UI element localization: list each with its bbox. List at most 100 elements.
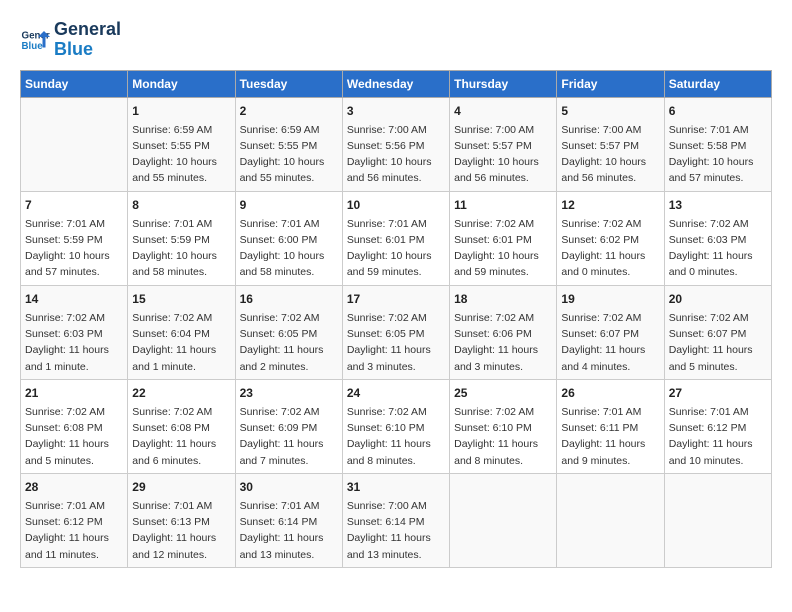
header-tuesday: Tuesday (235, 70, 342, 97)
header-friday: Friday (557, 70, 664, 97)
day-number: 27 (669, 384, 767, 402)
calendar-table: SundayMondayTuesdayWednesdayThursdayFrid… (20, 70, 772, 568)
week-row-2: 7 Sunrise: 7:01 AM Sunset: 5:59 PM Daylig… (21, 191, 772, 285)
day-number: 30 (240, 478, 338, 496)
day-info: Sunrise: 7:02 AM Sunset: 6:07 PM Dayligh… (561, 310, 659, 375)
day-cell: 8Sunrise: 7:01 AM Sunset: 5:59 PM Daylig… (128, 191, 235, 285)
day-info: Sunrise: 7:02 AM Sunset: 6:02 PM Dayligh… (561, 216, 659, 281)
day-cell: 26 Sunrise: 7:01 AM Sunset: 6:11 PM Dayli… (557, 379, 664, 473)
day-info: Sunrise: 7:01 AM Sunset: 6:13 PM Dayligh… (132, 498, 230, 563)
day-cell: 12 Sunrise: 7:02 AM Sunset: 6:02 PM Dayli… (557, 191, 664, 285)
day-cell (21, 97, 128, 191)
day-cell: 23 Sunrise: 7:02 AM Sunset: 6:09 PM Dayli… (235, 379, 342, 473)
day-cell: 3 Sunrise: 7:00 AM Sunset: 5:56 PM Daylig… (342, 97, 449, 191)
day-number: 19 (561, 290, 659, 308)
day-cell: 29 Sunrise: 7:01 AM Sunset: 6:13 PM Dayli… (128, 473, 235, 567)
day-info: Sunrise: 7:02 AM Sunset: 6:08 PM Dayligh… (132, 404, 230, 469)
day-info: Sunrise: 7:02 AM Sunset: 6:08 PM Dayligh… (25, 404, 123, 469)
day-number: 10 (347, 196, 445, 214)
day-number: 29 (132, 478, 230, 496)
day-cell: 6Sunrise: 7:01 AM Sunset: 5:58 PM Daylig… (664, 97, 771, 191)
day-info: Sunrise: 7:00 AM Sunset: 5:57 PM Dayligh… (561, 122, 659, 187)
day-cell: 15 Sunrise: 7:02 AM Sunset: 6:04 PM Dayli… (128, 285, 235, 379)
day-number: 5 (561, 102, 659, 120)
header-wednesday: Wednesday (342, 70, 449, 97)
day-info: Sunrise: 7:02 AM Sunset: 6:07 PM Dayligh… (669, 310, 767, 375)
day-cell: 31 Sunrise: 7:00 AM Sunset: 6:14 PM Dayli… (342, 473, 449, 567)
day-cell: 2Sunrise: 6:59 AM Sunset: 5:55 PM Daylig… (235, 97, 342, 191)
day-info: Sunrise: 7:02 AM Sunset: 6:04 PM Dayligh… (132, 310, 230, 375)
day-number: 1 (132, 102, 230, 120)
day-cell: 13 Sunrise: 7:02 AM Sunset: 6:03 PM Dayli… (664, 191, 771, 285)
day-number: 9 (240, 196, 338, 214)
day-number: 23 (240, 384, 338, 402)
day-info: Sunrise: 7:01 AM Sunset: 6:14 PM Dayligh… (240, 498, 338, 563)
day-number: 13 (669, 196, 767, 214)
day-number: 26 (561, 384, 659, 402)
day-info: Sunrise: 7:00 AM Sunset: 5:57 PM Dayligh… (454, 122, 552, 187)
day-cell: 16Sunrise: 7:02 AM Sunset: 6:05 PM Dayli… (235, 285, 342, 379)
day-cell: 17 Sunrise: 7:02 AM Sunset: 6:05 PM Dayli… (342, 285, 449, 379)
day-cell: 9 Sunrise: 7:01 AM Sunset: 6:00 PM Daylig… (235, 191, 342, 285)
day-number: 18 (454, 290, 552, 308)
day-cell: 19 Sunrise: 7:02 AM Sunset: 6:07 PM Dayli… (557, 285, 664, 379)
day-info: Sunrise: 7:02 AM Sunset: 6:03 PM Dayligh… (669, 216, 767, 281)
day-number: 17 (347, 290, 445, 308)
day-cell: 30 Sunrise: 7:01 AM Sunset: 6:14 PM Dayli… (235, 473, 342, 567)
day-info: Sunrise: 7:02 AM Sunset: 6:09 PM Dayligh… (240, 404, 338, 469)
day-number: 7 (25, 196, 123, 214)
week-row-1: 1 Sunrise: 6:59 AM Sunset: 5:55 PM Daylig… (21, 97, 772, 191)
day-info: Sunrise: 7:01 AM Sunset: 5:59 PM Dayligh… (25, 216, 123, 281)
day-number: 12 (561, 196, 659, 214)
day-info: Sunrise: 7:02 AM Sunset: 6:10 PM Dayligh… (454, 404, 552, 469)
day-cell: 28Sunrise: 7:01 AM Sunset: 6:12 PM Dayli… (21, 473, 128, 567)
day-info: Sunrise: 7:01 AM Sunset: 6:01 PM Dayligh… (347, 216, 445, 281)
header-saturday: Saturday (664, 70, 771, 97)
week-row-4: 21 Sunrise: 7:02 AM Sunset: 6:08 PM Dayli… (21, 379, 772, 473)
day-info: Sunrise: 7:02 AM Sunset: 6:06 PM Dayligh… (454, 310, 552, 375)
day-cell (450, 473, 557, 567)
day-cell: 7 Sunrise: 7:01 AM Sunset: 5:59 PM Daylig… (21, 191, 128, 285)
day-cell: 22 Sunrise: 7:02 AM Sunset: 6:08 PM Dayli… (128, 379, 235, 473)
day-info: Sunrise: 7:02 AM Sunset: 6:05 PM Dayligh… (347, 310, 445, 375)
day-number: 2 (240, 102, 338, 120)
header-thursday: Thursday (450, 70, 557, 97)
day-info: Sunrise: 7:02 AM Sunset: 6:10 PM Dayligh… (347, 404, 445, 469)
day-number: 25 (454, 384, 552, 402)
day-cell: 4 Sunrise: 7:00 AM Sunset: 5:57 PM Daylig… (450, 97, 557, 191)
day-info: Sunrise: 7:01 AM Sunset: 6:00 PM Dayligh… (240, 216, 338, 281)
day-info: Sunrise: 7:01 AM Sunset: 6:11 PM Dayligh… (561, 404, 659, 469)
day-info: Sunrise: 7:00 AM Sunset: 6:14 PM Dayligh… (347, 498, 445, 563)
day-number: 15 (132, 290, 230, 308)
day-number: 11 (454, 196, 552, 214)
day-info: Sunrise: 6:59 AM Sunset: 5:55 PM Dayligh… (132, 122, 230, 187)
day-number: 3 (347, 102, 445, 120)
day-info: Sunrise: 7:00 AM Sunset: 5:56 PM Dayligh… (347, 122, 445, 187)
day-number: 4 (454, 102, 552, 120)
page-header: General Blue General Blue (20, 20, 772, 60)
day-number: 20 (669, 290, 767, 308)
day-number: 21 (25, 384, 123, 402)
day-number: 14 (25, 290, 123, 308)
day-number: 22 (132, 384, 230, 402)
day-number: 28 (25, 478, 123, 496)
day-cell (664, 473, 771, 567)
header-monday: Monday (128, 70, 235, 97)
day-cell: 11 Sunrise: 7:02 AM Sunset: 6:01 PM Dayli… (450, 191, 557, 285)
week-row-3: 14Sunrise: 7:02 AM Sunset: 6:03 PM Dayli… (21, 285, 772, 379)
day-cell: 5 Sunrise: 7:00 AM Sunset: 5:57 PM Daylig… (557, 97, 664, 191)
day-cell: 20 Sunrise: 7:02 AM Sunset: 6:07 PM Dayli… (664, 285, 771, 379)
day-cell: 18 Sunrise: 7:02 AM Sunset: 6:06 PM Dayli… (450, 285, 557, 379)
svg-text:Blue: Blue (22, 41, 44, 52)
logo-text: General Blue (54, 20, 121, 60)
day-number: 16 (240, 290, 338, 308)
day-number: 6 (669, 102, 767, 120)
logo-icon: General Blue (20, 25, 50, 55)
header-sunday: Sunday (21, 70, 128, 97)
day-info: Sunrise: 7:02 AM Sunset: 6:01 PM Dayligh… (454, 216, 552, 281)
day-cell: 14Sunrise: 7:02 AM Sunset: 6:03 PM Dayli… (21, 285, 128, 379)
day-cell: 24Sunrise: 7:02 AM Sunset: 6:10 PM Dayli… (342, 379, 449, 473)
day-cell: 27Sunrise: 7:01 AM Sunset: 6:12 PM Dayli… (664, 379, 771, 473)
day-number: 31 (347, 478, 445, 496)
day-cell: 1 Sunrise: 6:59 AM Sunset: 5:55 PM Daylig… (128, 97, 235, 191)
